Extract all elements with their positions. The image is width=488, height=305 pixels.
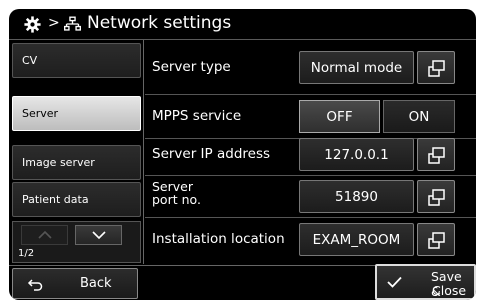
mpps-on-label: ON [408,108,430,125]
sidebar-item-cv[interactable]: CV [12,43,141,78]
installation-location-edit-button[interactable] [417,223,455,256]
sidebar-item-patient-data[interactable]: Patient data [12,182,141,217]
back-arrow-icon [27,279,43,291]
sidebar-divider [143,40,144,264]
server-ip-text: 127.0.0.1 [324,146,389,163]
installation-location-label: Installation location [152,231,285,247]
row-divider [145,175,476,176]
installation-location-text: EXAM_ROOM [312,231,401,248]
page-down-button[interactable] [75,225,122,245]
server-type-text: Normal mode [310,59,403,76]
page-up-button[interactable] [21,225,68,245]
page-title: Network settings [87,13,232,33]
chevron-down-icon [92,231,106,240]
sidebar-item-server[interactable]: Server [12,96,141,131]
mpps-off-label: OFF [326,108,353,125]
edit-popup-icon [428,232,445,249]
edit-popup-icon [428,189,445,206]
mpps-service-label: MPPS service [152,108,242,124]
edit-popup-icon [428,147,445,164]
server-port-label-line2: port no. [152,192,201,207]
save-close-button[interactable]: Save & Close [375,264,476,300]
sidebar-item-label: Image server [22,156,95,169]
back-label: Back [80,276,112,291]
mpps-on-button[interactable]: ON [383,100,455,133]
save-label-line2: Close [432,283,467,298]
server-port-edit-button[interactable] [417,180,455,213]
row-divider [145,94,476,95]
server-ip-value[interactable]: 127.0.0.1 [299,138,414,171]
server-ip-label: Server IP address [152,146,271,162]
server-type-value[interactable]: Normal mode [299,51,414,84]
back-button[interactable]: Back [12,268,138,299]
page-indicator: 1/2 [18,248,35,259]
chevron-up-icon [38,230,52,239]
gear-icon [24,16,41,33]
edit-popup-icon [428,60,445,77]
title-bar: > Network settings [9,9,476,40]
sidebar-item-image-server[interactable]: Image server [12,145,141,180]
mpps-off-button[interactable]: OFF [299,100,380,133]
row-divider [145,217,476,218]
installation-location-value[interactable]: EXAM_ROOM [299,223,414,256]
network-icon [64,16,81,31]
server-port-value[interactable]: 51890 [299,180,414,213]
server-port-text: 51890 [335,188,378,205]
sidebar-item-label: Server [22,107,59,120]
server-type-edit-button[interactable] [417,51,455,84]
sidebar-item-label: Patient data [22,193,89,206]
screen-frame: > Network settings CV Server Image serve… [9,9,476,300]
sidebar-pager: 1/2 [12,221,141,263]
breadcrumb-separator: > [48,15,60,31]
server-ip-edit-button[interactable] [417,138,455,171]
check-icon [387,276,402,288]
sidebar-item-label: CV [22,54,38,67]
server-port-label: Server port no. [152,180,201,206]
server-type-label: Server type [152,59,231,75]
